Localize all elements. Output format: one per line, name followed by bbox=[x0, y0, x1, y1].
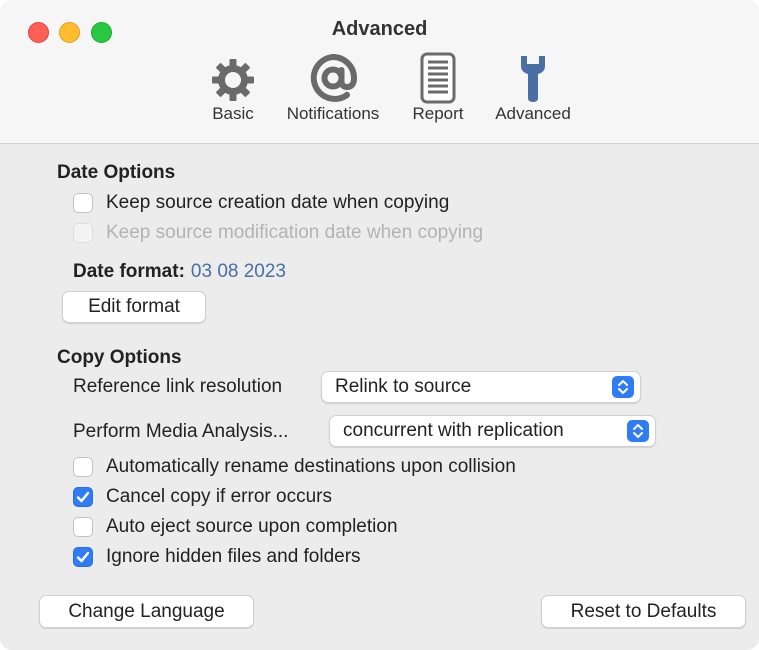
edit-format-button[interactable]: Edit format bbox=[62, 291, 206, 323]
gear-icon bbox=[212, 59, 254, 101]
cancel-on-error-checkbox[interactable] bbox=[73, 487, 93, 507]
popup-value: Relink to source bbox=[335, 376, 472, 397]
auto-eject-checkbox[interactable] bbox=[73, 517, 93, 537]
checkbox-label: Auto eject source upon completion bbox=[106, 516, 398, 537]
checkbox-label: Keep source modification date when copyi… bbox=[106, 222, 484, 243]
toolbar-tab-label: Advanced bbox=[495, 104, 571, 123]
auto-rename-checkbox[interactable] bbox=[73, 457, 93, 477]
at-icon bbox=[310, 54, 358, 102]
date-options-heading: Date Options bbox=[57, 162, 176, 183]
reference-link-label: Reference link resolution bbox=[73, 376, 283, 397]
popup-value: concurrent with replication bbox=[343, 420, 564, 441]
checkmark-icon bbox=[76, 491, 90, 503]
copy-options-heading: Copy Options bbox=[57, 347, 182, 368]
wrench-icon bbox=[521, 56, 545, 102]
toolbar-tab-label: Report bbox=[412, 104, 464, 123]
toolbar-tab-label: Basic bbox=[212, 104, 254, 123]
toolbar-tab-advanced[interactable]: Advanced bbox=[487, 52, 579, 124]
date-format-value: 03 08 2023 bbox=[190, 261, 286, 282]
updown-chevron-icon bbox=[612, 376, 634, 398]
keep-modification-date-option: Keep source modification date when copyi… bbox=[73, 222, 483, 244]
auto-eject-option[interactable]: Auto eject source upon completion bbox=[73, 516, 398, 538]
ignore-hidden-option[interactable]: Ignore hidden files and folders bbox=[73, 546, 361, 568]
ignore-hidden-checkbox[interactable] bbox=[73, 547, 93, 567]
preferences-window: Advanced Basic Notifications Report Adva… bbox=[0, 0, 759, 650]
updown-chevron-icon bbox=[627, 420, 649, 442]
date-format-row: Date format: 03 08 2023 bbox=[73, 261, 286, 283]
advanced-pane: Date Options Keep source creation date w… bbox=[0, 144, 759, 650]
checkmark-icon bbox=[76, 551, 90, 563]
media-analysis-label: Perform Media Analysis... bbox=[73, 421, 289, 442]
change-language-button[interactable]: Change Language bbox=[39, 595, 254, 628]
cancel-on-error-option[interactable]: Cancel copy if error occurs bbox=[73, 486, 332, 508]
checkbox-label: Cancel copy if error occurs bbox=[106, 486, 332, 507]
toolbar-tab-notifications[interactable]: Notifications bbox=[276, 52, 390, 124]
keep-creation-date-option[interactable]: Keep source creation date when copying bbox=[73, 192, 449, 214]
window-title: Advanced bbox=[331, 18, 428, 40]
keep-creation-date-checkbox[interactable] bbox=[73, 193, 93, 213]
toolbar-tab-label: Notifications bbox=[286, 104, 380, 123]
toolbar-tab-report[interactable]: Report bbox=[406, 52, 470, 124]
checkbox-label: Keep source creation date when copying bbox=[106, 192, 450, 213]
reference-link-popup[interactable]: Relink to source bbox=[321, 371, 641, 403]
titlebar: Advanced Basic Notifications Report Adva… bbox=[0, 0, 759, 144]
toolbar-tab-basic[interactable]: Basic bbox=[204, 52, 262, 124]
checkbox-label: Automatically rename destinations upon c… bbox=[106, 456, 516, 477]
date-format-label: Date format: bbox=[73, 261, 185, 282]
auto-rename-option[interactable]: Automatically rename destinations upon c… bbox=[73, 456, 516, 478]
keep-modification-date-checkbox bbox=[73, 223, 93, 243]
checkbox-label: Ignore hidden files and folders bbox=[106, 546, 361, 567]
reset-to-defaults-button[interactable]: Reset to Defaults bbox=[541, 595, 746, 628]
document-icon bbox=[420, 52, 456, 104]
media-analysis-popup[interactable]: concurrent with replication bbox=[329, 415, 656, 447]
